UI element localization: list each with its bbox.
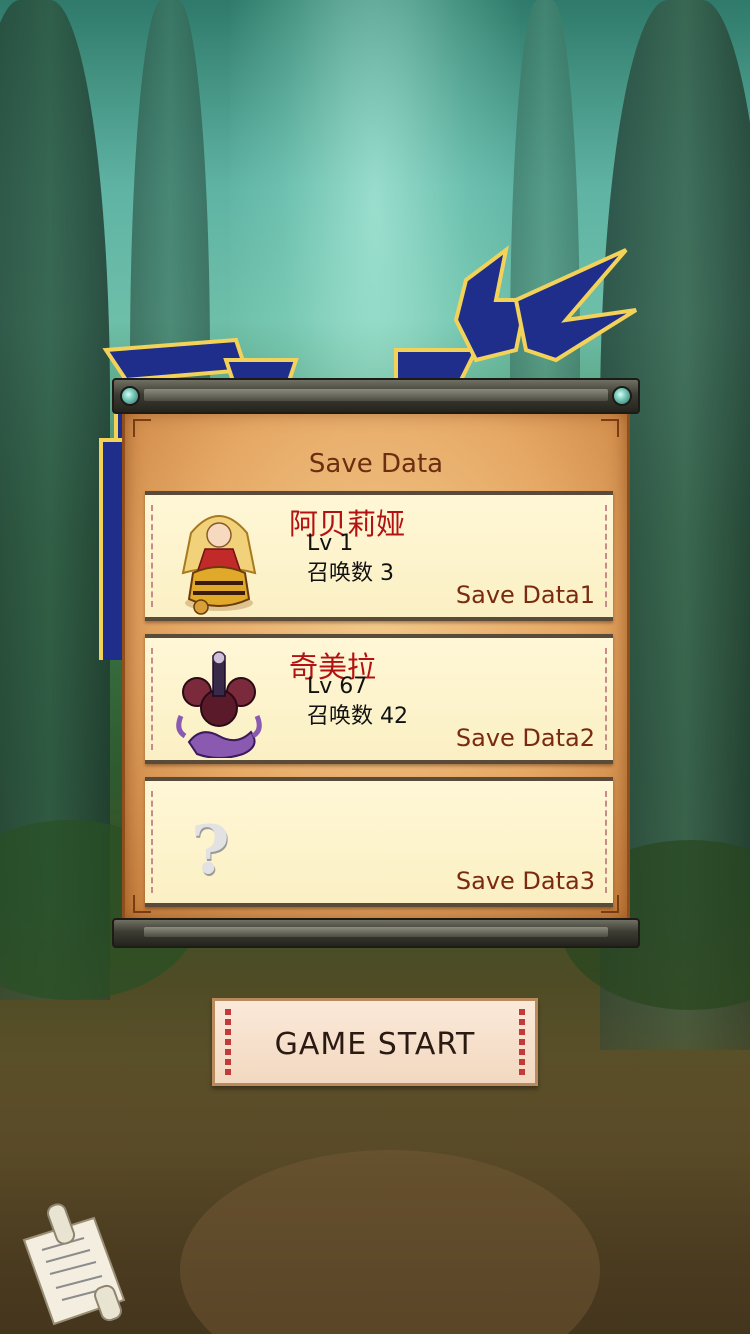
character-portrait-chimera [171, 646, 267, 759]
panel-title: Save Data [308, 449, 444, 479]
summon-count: 召唤数 42 [307, 704, 408, 729]
game-start-button[interactable]: GAME START [212, 998, 538, 1086]
rod-groove [144, 389, 608, 401]
character-level: Lv 1 [307, 531, 354, 556]
corner-ornament [601, 419, 619, 437]
corner-ornament [133, 419, 151, 437]
game-start-label: GAME START [274, 1027, 476, 1062]
scroll-icon[interactable] [14, 1200, 134, 1328]
slot-label: Save Data3 [455, 867, 595, 895]
character-portrait-heroine [171, 503, 267, 615]
panel-parchment: Save Data 阿贝莉娅 Lv 1 召唤数 3 Save Data1 奇美拉… [122, 408, 630, 924]
save-data-panel: Save Data 阿贝莉娅 Lv 1 召唤数 3 Save Data1 奇美拉… [112, 378, 640, 952]
scroll-rod-top [112, 378, 640, 414]
rod-groove [144, 927, 608, 937]
save-slot-2[interactable]: 奇美拉 Lv 67 召唤数 42 Save Data2 [145, 634, 613, 764]
save-slot-3[interactable]: ? Save Data3 [145, 777, 613, 907]
empty-slot-question-mark: ? [191, 811, 230, 889]
rod-gem-left [120, 386, 140, 406]
slot-label: Save Data2 [455, 724, 595, 752]
scroll-rod-bottom [112, 918, 640, 948]
character-level: Lv 67 [307, 674, 368, 699]
summon-count: 召唤数 3 [307, 561, 394, 586]
slot-label: Save Data1 [455, 581, 595, 609]
rod-gem-right [612, 386, 632, 406]
save-slot-1[interactable]: 阿贝莉娅 Lv 1 召唤数 3 Save Data1 [145, 491, 613, 621]
